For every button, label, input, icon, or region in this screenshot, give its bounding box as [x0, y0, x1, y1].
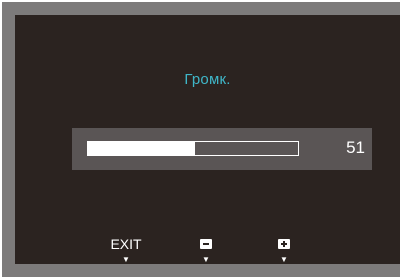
osd-title: Громк.: [184, 71, 231, 88]
down-arrow-icon: ▼: [202, 255, 210, 264]
exit-button[interactable]: EXIT ▼: [106, 237, 146, 264]
volume-value: 51: [346, 138, 365, 157]
volume-down-button[interactable]: ▼: [186, 237, 226, 264]
volume-slider-track[interactable]: [87, 141, 299, 156]
monitor-bezel: Громк. 51 EXIT ▼ ▼ ▼: [0, 0, 403, 280]
plus-icon: [278, 239, 290, 249]
down-arrow-icon: ▼: [280, 255, 288, 264]
volume-up-button[interactable]: ▼: [264, 237, 304, 264]
volume-bar-panel: 51: [72, 128, 372, 170]
minus-icon: [200, 239, 212, 249]
down-arrow-icon: ▼: [122, 255, 130, 264]
volume-slider-fill: [88, 142, 196, 155]
osd-frame: Громк. 51 EXIT ▼ ▼ ▼: [2, 2, 400, 277]
osd-screen: Громк. 51 EXIT ▼ ▼ ▼: [15, 15, 400, 264]
exit-label: EXIT: [110, 236, 142, 252]
